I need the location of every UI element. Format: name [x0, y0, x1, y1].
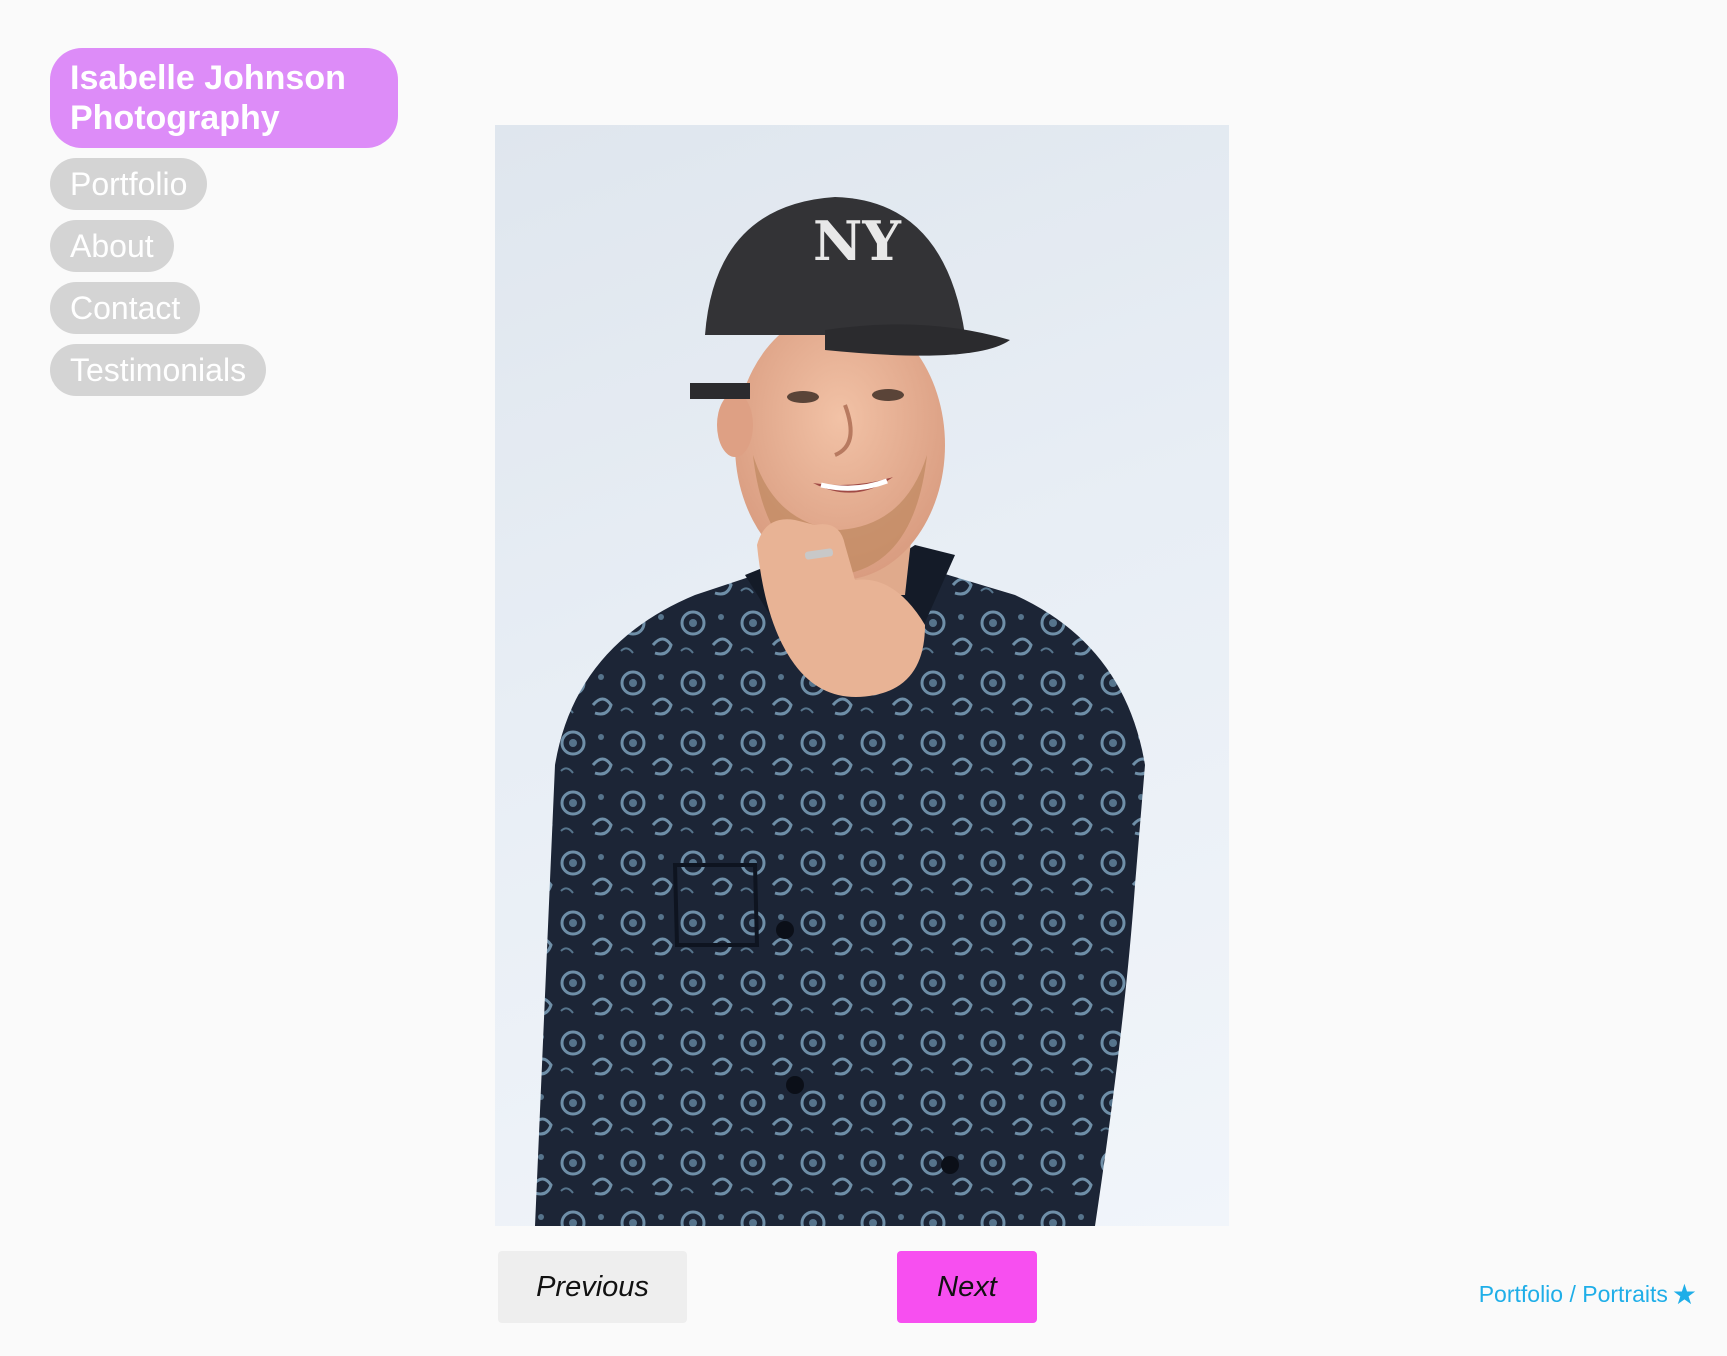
nav-item-testimonials[interactable]: Testimonials: [50, 344, 267, 396]
nav-item-contact[interactable]: Contact: [50, 282, 201, 334]
nav-item-about[interactable]: About: [50, 220, 174, 272]
main-nav: Portfolio About Contact Testimonials: [50, 158, 410, 396]
nav-item-portfolio[interactable]: Portfolio: [50, 158, 208, 210]
breadcrumb: Portfolio / Portraits ★: [1479, 1278, 1697, 1311]
cap-logo: NY: [813, 209, 902, 273]
site-title-line1: Isabelle Johnson: [70, 59, 346, 97]
breadcrumb-portraits[interactable]: Portraits: [1582, 1281, 1668, 1307]
site-title-link[interactable]: Isabelle Johnson Photography: [50, 48, 398, 148]
next-button[interactable]: Next: [897, 1251, 1037, 1323]
star-icon[interactable]: ★: [1672, 1279, 1697, 1310]
breadcrumb-portfolio[interactable]: Portfolio: [1479, 1281, 1563, 1307]
breadcrumb-separator: /: [1563, 1281, 1583, 1307]
site-title-line2: Photography: [70, 99, 280, 137]
portrait-photo: NY: [495, 125, 1229, 1226]
sidebar: Isabelle Johnson Photography Portfolio A…: [50, 48, 410, 406]
previous-button[interactable]: Previous: [498, 1251, 687, 1323]
